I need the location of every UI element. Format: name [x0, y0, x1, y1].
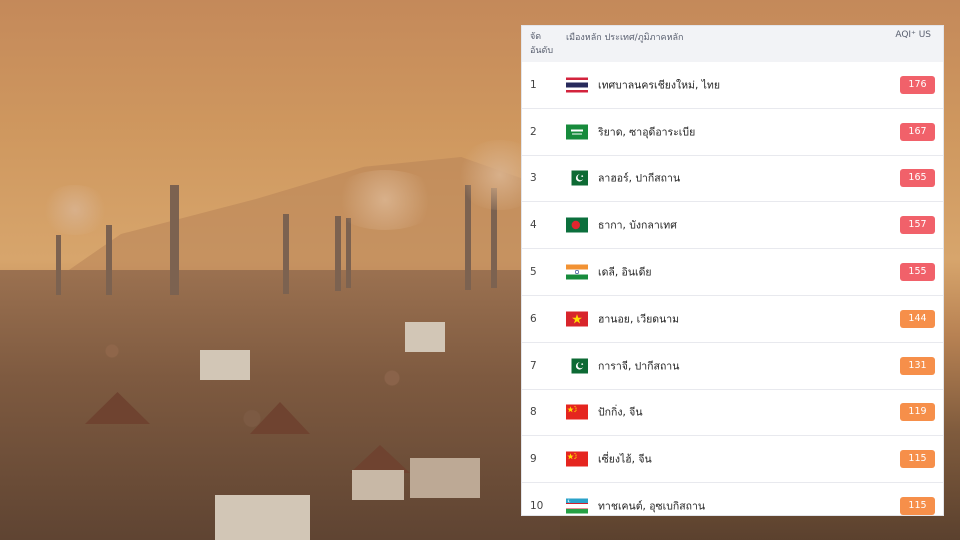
aqi-badge: 115: [900, 497, 935, 516]
rank-number: 4: [530, 219, 537, 232]
city-name[interactable]: เดลี, อินเดีย: [598, 264, 652, 281]
apartment-building: [352, 470, 404, 500]
apartment-building: [405, 322, 445, 352]
thailand-flag-icon: [566, 77, 588, 93]
table-row[interactable]: 1 เทศบาลนครเชียงใหม่, ไทย 176: [522, 62, 943, 109]
city-name[interactable]: ลาฮอร์, ปากีสถาน: [598, 170, 680, 187]
apartment-building: [410, 458, 480, 498]
aqi-badge: 119: [900, 403, 935, 422]
city-name[interactable]: ริยาด, ซาอุดีอาระเบีย: [598, 123, 695, 140]
chimney: [106, 225, 112, 295]
aqi-badge: 131: [900, 356, 935, 375]
city-name[interactable]: ปักกิ่ง, จีน: [598, 404, 643, 421]
table-row[interactable]: 2 ริยาด, ซาอุดีอาระเบีย 167: [522, 109, 943, 156]
table-row[interactable]: 10 ทาชเคนต์, อุซเบกิสถาน 115: [522, 483, 943, 529]
table-row[interactable]: 3 ลาฮอร์, ปากีสถาน 165: [522, 156, 943, 203]
chimney: [170, 185, 179, 295]
table-row[interactable]: 4 ธากา, บังกลาเทศ 157: [522, 202, 943, 250]
aqi-badge: 115: [900, 450, 935, 469]
chimney: [283, 214, 289, 294]
city-name[interactable]: เซี่ยงไฮ้, จีน: [598, 451, 652, 468]
city-name[interactable]: ทาชเคนต์, อุซเบกิสถาน: [598, 498, 705, 515]
city-name[interactable]: ธากา, บังกลาเทศ: [598, 217, 677, 234]
india-flag-icon: [566, 264, 588, 280]
china-flag-icon: [566, 451, 588, 467]
rank-number: 6: [530, 312, 537, 325]
rank-number: 2: [530, 125, 537, 138]
city-name[interactable]: การาจี, ปากีสถาน: [598, 357, 679, 374]
saudi-arabia-flag-icon: [566, 124, 588, 140]
aqi-badge: 157: [900, 216, 935, 235]
aqi-badge: 176: [900, 75, 935, 94]
chimney: [335, 216, 341, 291]
uzbekistan-flag-icon: [566, 498, 588, 514]
aqi-badge: 144: [900, 309, 935, 328]
rank-number: 8: [530, 406, 537, 419]
city-name[interactable]: ฮานอย, เวียดนาม: [598, 310, 679, 327]
aqi-badge: 167: [900, 122, 935, 141]
bangladesh-flag-icon: [566, 217, 588, 233]
rank-number: 10: [530, 500, 544, 513]
table-header: จัดอันดับ เมืองหลัก ประเทศ/ภูมิภาคหลัก A…: [522, 26, 943, 62]
chimney: [346, 218, 351, 288]
apartment-building: [215, 495, 310, 540]
table-row[interactable]: 8 ปักกิ่ง, จีน 119: [522, 390, 943, 437]
table-row[interactable]: 9 เซี่ยงไฮ้, จีน 115: [522, 436, 943, 484]
aqi-badge: 165: [900, 169, 935, 188]
smoke-plume: [40, 185, 110, 235]
aqi-column-header: AQI⁺ US: [895, 30, 931, 40]
rank-number: 5: [530, 266, 537, 279]
pakistan-flag-icon: [566, 358, 588, 374]
china-flag-icon: [566, 404, 588, 420]
apartment-building: [200, 350, 250, 380]
table-row[interactable]: 5 เดลี, อินเดีย 155: [522, 249, 943, 296]
table-row[interactable]: 6 ฮานอย, เวียดนาม 144: [522, 296, 943, 343]
smoke-plume: [330, 170, 440, 230]
city-name[interactable]: เทศบาลนครเชียงใหม่, ไทย: [598, 76, 720, 93]
rank-number: 9: [530, 453, 537, 466]
city-column-header: เมืองหลัก ประเทศ/ภูมิภาคหลัก: [566, 33, 684, 43]
air-quality-ranking-table: จัดอันดับ เมืองหลัก ประเทศ/ภูมิภาคหลัก A…: [521, 25, 944, 516]
pakistan-flag-icon: [566, 170, 588, 186]
table-row[interactable]: 7 การาจี, ปากีสถาน 131: [522, 343, 943, 390]
rank-number: 3: [530, 172, 537, 185]
aqi-badge: 155: [900, 263, 935, 282]
rank-number: 1: [530, 78, 537, 91]
rank-column-header: จัดอันดับ: [530, 32, 554, 56]
chimney: [56, 235, 61, 295]
vietnam-flag-icon: [566, 311, 588, 327]
rank-number: 7: [530, 359, 537, 372]
